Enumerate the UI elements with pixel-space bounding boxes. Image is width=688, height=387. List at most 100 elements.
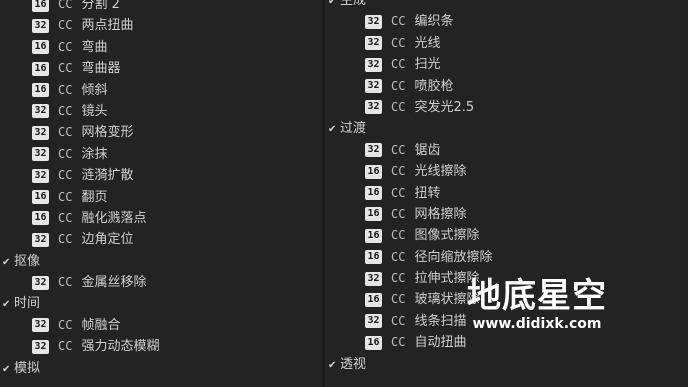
effect-category[interactable]: ✔ 模拟 <box>0 358 322 379</box>
effect-item[interactable]: 32 CC 突发光2.5 <box>325 97 688 118</box>
effect-item[interactable]: 32 CC 边角定位 <box>0 229 322 250</box>
chevron-down-icon[interactable]: ✔ <box>328 119 340 140</box>
bit-depth-badge-icon: 16 <box>365 335 382 350</box>
effect-item[interactable]: 32 CC 光线 <box>325 33 688 54</box>
effect-item[interactable]: 32 CC 两点扭曲 <box>0 15 322 36</box>
effect-item[interactable]: 16 CC 弯曲 <box>0 37 322 58</box>
effect-item-label: 强力动态模糊 <box>81 339 160 355</box>
effect-prefix: CC <box>391 292 406 307</box>
effect-item-label: 扭转 <box>414 185 441 201</box>
effect-prefix: CC <box>58 189 73 204</box>
effect-item[interactable]: 16 CC 倾斜 <box>0 80 322 101</box>
effect-item[interactable]: 16 CC 网格擦除 <box>325 204 688 225</box>
bit-depth-badge-icon: 16 <box>32 0 49 12</box>
effect-item[interactable]: 32 CC 帧融合 <box>0 315 322 336</box>
bit-depth-badge-icon: 16 <box>32 190 49 205</box>
effect-prefix: CC <box>391 35 406 50</box>
effect-prefix: CC <box>58 39 73 54</box>
effect-item[interactable]: 32 CC 编织条 <box>325 11 688 32</box>
effect-prefix: CC <box>391 14 406 29</box>
effect-item[interactable]: 16 CC 径向缩放擦除 <box>325 247 688 268</box>
effect-item-label: 分割 2 <box>81 0 120 12</box>
bit-depth-badge-icon: 32 <box>365 14 382 29</box>
effect-item-label: 镜头 <box>81 103 108 119</box>
effect-category[interactable]: ✔ 透视 <box>325 354 688 375</box>
effect-item[interactable]: 32 CC 锯齿 <box>325 140 688 161</box>
effect-item[interactable]: 32 CC 金属丝移除 <box>0 272 322 293</box>
effect-item[interactable]: 32 CC 涂抹 <box>0 144 322 165</box>
bit-depth-badge-icon: 32 <box>32 275 49 290</box>
effect-item-label: 突发光2.5 <box>414 99 475 115</box>
effect-category-label: 透视 <box>340 356 367 372</box>
effects-list-left: 16 CC 分割 2 32 CC 两点扭曲 16 CC 弯曲 16 CC 弯曲器 16 CC 倾斜 32 CC 镜… <box>0 0 322 379</box>
effect-item[interactable]: 16 CC 自动扭曲 <box>325 332 688 353</box>
effect-item-label: 帧融合 <box>81 317 121 333</box>
bit-depth-badge-icon: 16 <box>365 292 382 307</box>
effect-prefix: CC <box>391 185 406 200</box>
effect-prefix: CC <box>58 18 73 33</box>
bit-depth-badge-icon: 16 <box>365 250 382 265</box>
effect-prefix: CC <box>58 317 73 332</box>
effect-category-label: 生成 <box>340 0 367 8</box>
bit-depth-badge-icon: 32 <box>32 104 49 119</box>
effect-prefix: CC <box>391 313 406 328</box>
effect-item[interactable]: 16 CC 分割 2 <box>0 0 322 15</box>
bit-depth-badge-icon: 16 <box>365 228 382 243</box>
effect-category[interactable]: ✔ 生成 <box>325 0 688 11</box>
effect-prefix: CC <box>58 339 73 354</box>
effect-prefix: CC <box>391 142 406 157</box>
effect-item[interactable]: 16 CC 扭转 <box>325 183 688 204</box>
effect-item-label: 扫光 <box>414 57 441 73</box>
bit-depth-badge-icon: 32 <box>32 147 49 162</box>
effect-item[interactable]: 32 CC 扫光 <box>325 54 688 75</box>
effect-prefix: CC <box>58 125 73 140</box>
effect-prefix: CC <box>391 206 406 221</box>
chevron-down-icon[interactable]: ✔ <box>328 355 340 376</box>
bit-depth-badge-icon: 32 <box>32 18 49 33</box>
chevron-down-icon[interactable]: ✔ <box>2 252 14 273</box>
effect-prefix: CC <box>391 228 406 243</box>
effect-category[interactable]: ✔ 过渡 <box>325 118 688 139</box>
chevron-down-icon[interactable]: ✔ <box>2 359 14 380</box>
bit-depth-badge-icon: 32 <box>365 57 382 72</box>
effect-item[interactable]: 16 CC 翻页 <box>0 187 322 208</box>
effect-category[interactable]: ✔ 抠像 <box>0 251 322 272</box>
effect-item-label: 边角定位 <box>81 232 134 248</box>
effect-prefix: CC <box>58 61 73 76</box>
effect-category-label: 过渡 <box>340 121 367 137</box>
bit-depth-badge-icon: 16 <box>32 211 49 226</box>
effect-item-label: 径向缩放擦除 <box>414 249 493 265</box>
effect-prefix: CC <box>58 275 73 290</box>
effect-prefix: CC <box>58 232 73 247</box>
effect-item[interactable]: 32 CC 喷胶枪 <box>325 76 688 97</box>
effect-item[interactable]: 16 CC 光线擦除 <box>325 161 688 182</box>
effect-item[interactable]: 32 CC 强力动态模糊 <box>0 336 322 357</box>
effect-item[interactable]: 32 CC 镜头 <box>0 101 322 122</box>
effect-prefix: CC <box>58 146 73 161</box>
effects-tree-left: 16 CC 分割 2 32 CC 两点扭曲 16 CC 弯曲 16 CC 弯曲器 16 CC 倾斜 32 CC 镜… <box>0 0 322 387</box>
effect-category[interactable]: ✔ 时间 <box>0 293 322 314</box>
effect-item[interactable]: 32 CC 涟漪扩散 <box>0 165 322 186</box>
effect-item-label: 涂抹 <box>81 146 108 162</box>
chevron-down-icon[interactable]: ✔ <box>2 294 14 315</box>
watermark: 地底星空 www.didixk.com <box>462 276 612 332</box>
effect-prefix: CC <box>391 271 406 286</box>
effect-item[interactable]: 16 CC 融化溅落点 <box>0 208 322 229</box>
effect-prefix: CC <box>391 78 406 93</box>
bit-depth-badge-icon: 16 <box>365 164 382 179</box>
effect-category-label: 时间 <box>14 296 41 312</box>
effect-item-label: 融化溅落点 <box>81 210 147 226</box>
effect-prefix: CC <box>391 99 406 114</box>
effect-item-label: 编织条 <box>414 14 454 30</box>
watermark-url: www.didixk.com <box>472 316 602 332</box>
effect-prefix: CC <box>58 168 73 183</box>
effect-prefix: CC <box>58 82 73 97</box>
effect-item[interactable]: 16 CC 弯曲器 <box>0 58 322 79</box>
effect-prefix: CC <box>391 335 406 350</box>
effect-item-label: 两点扭曲 <box>81 18 134 34</box>
effect-item[interactable]: 32 CC 网格变形 <box>0 122 322 143</box>
effect-item[interactable]: 16 CC 图像式擦除 <box>325 225 688 246</box>
bit-depth-badge-icon: 32 <box>365 143 382 158</box>
bit-depth-badge-icon: 32 <box>32 318 49 333</box>
effect-item-label: 锯齿 <box>414 142 441 158</box>
